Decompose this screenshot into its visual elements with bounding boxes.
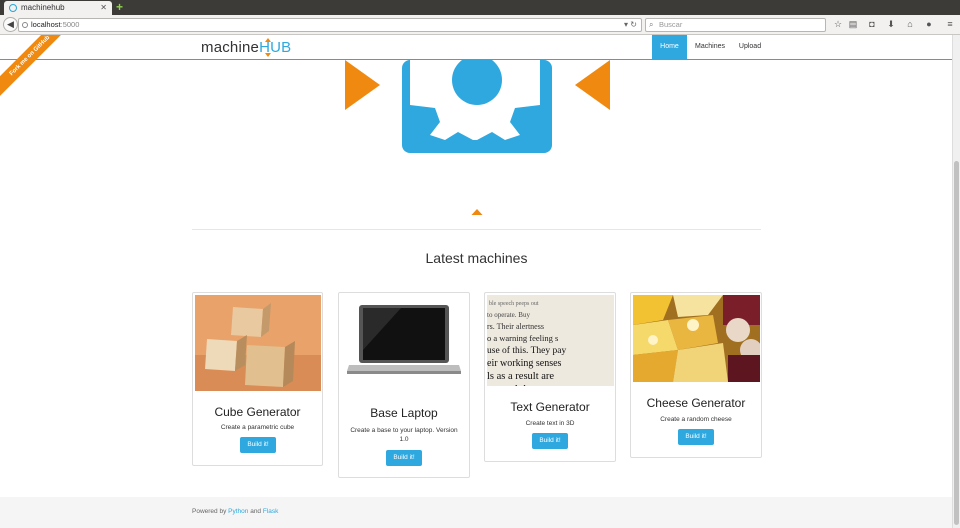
bookmark-star-icon[interactable]: ☆ xyxy=(833,19,843,30)
svg-text:to operate. Buy: to operate. Buy xyxy=(487,311,530,319)
new-tab-icon[interactable]: + xyxy=(116,1,126,13)
machine-card: Cheese Generator Create a random cheese … xyxy=(630,292,762,458)
url-bar[interactable]: localhost:5000 ▾ ↻ xyxy=(18,18,642,32)
arrow-left-icon xyxy=(575,60,610,110)
build-button[interactable]: Build it! xyxy=(240,437,276,453)
build-button[interactable]: Build it! xyxy=(532,433,568,449)
site-navbar: machineHUB Home Machines Upload xyxy=(0,35,952,60)
card-title: Base Laptop xyxy=(370,406,438,420)
card-title: Cheese Generator xyxy=(646,396,746,410)
clipboard-icon[interactable]: ▤ xyxy=(848,19,858,30)
browser-tab[interactable]: machinehub ✕ xyxy=(4,1,112,15)
svg-text:ble speech peeps out: ble speech peeps out xyxy=(489,301,539,307)
globe-icon xyxy=(22,22,28,28)
card-title: Cube Generator xyxy=(214,405,301,419)
page-viewport: Fork me on GitHub machineHUB Home Machin… xyxy=(0,35,952,528)
browser-toolbar: ◀ localhost:5000 ▾ ↻ ⌕ Buscar ☆ ▤ ◘ ⬇ ⌂ … xyxy=(0,15,960,35)
machine-card: Cube Generator Create a parametric cube … xyxy=(192,292,323,466)
brand-logo[interactable]: machineHUB xyxy=(201,38,291,58)
card-description: Create a parametric cube xyxy=(220,424,295,431)
laptop-image xyxy=(341,295,469,391)
gear-favicon-icon xyxy=(9,4,17,12)
printed-text-image: ble speech peeps out to operate. Buy rs.… xyxy=(487,295,614,386)
page-footer: Powered by Python and Flask xyxy=(0,497,952,528)
nav-home[interactable]: Home xyxy=(652,35,687,59)
back-arrow-icon[interactable]: ◀ xyxy=(3,17,18,32)
page-scrollbar[interactable] xyxy=(952,35,960,528)
svg-text:around them: around them xyxy=(487,383,543,386)
footer-prefix: Powered by xyxy=(192,508,227,515)
machine-card: Base Laptop Create a base to your laptop… xyxy=(338,292,470,478)
menu-icon[interactable]: ≡ xyxy=(945,19,955,30)
svg-text:rs. Their alertness: rs. Their alertness xyxy=(487,322,544,331)
card-description: Create a random cheese xyxy=(660,416,732,423)
tab-title: machinehub xyxy=(21,3,65,12)
flask-link[interactable]: Flask xyxy=(263,508,279,515)
nav-upload[interactable]: Upload xyxy=(734,35,766,59)
svg-text:eir working senses: eir working senses xyxy=(487,358,562,369)
close-tab-icon[interactable]: ✕ xyxy=(100,1,107,15)
card-title: Text Generator xyxy=(510,400,590,414)
search-input[interactable]: ⌕ Buscar xyxy=(645,18,826,32)
svg-text:ls as a result are: ls as a result are xyxy=(487,371,554,382)
wooden-cubes-image xyxy=(195,295,321,391)
chat-icon[interactable]: ● xyxy=(924,19,934,30)
brand-prefix: machine xyxy=(201,39,260,56)
pocket-icon[interactable]: ◘ xyxy=(867,19,877,30)
build-button[interactable]: Build it! xyxy=(386,450,422,466)
section-divider xyxy=(192,229,761,230)
nav-machines[interactable]: Machines xyxy=(690,35,730,59)
brand-arrow-down-icon xyxy=(265,53,271,57)
scrollbar-thumb[interactable] xyxy=(954,161,959,525)
card-description: Create text in 3D xyxy=(525,420,575,427)
machine-card: ble speech peeps out to operate. Buy rs.… xyxy=(484,292,616,462)
download-icon[interactable]: ⬇ xyxy=(886,19,896,30)
brand-suffix: HUB xyxy=(259,39,292,56)
brand-arrow-up-icon xyxy=(265,38,271,42)
svg-text:use of this. They pay: use of this. They pay xyxy=(487,345,566,356)
python-link[interactable]: Python xyxy=(228,508,248,515)
search-icon: ⌕ xyxy=(649,20,654,29)
arrow-up-icon xyxy=(471,209,483,215)
svg-text:o a warning feeling s: o a warning feeling s xyxy=(487,333,558,343)
url-port: :5000 xyxy=(60,20,80,29)
home-icon[interactable]: ⌂ xyxy=(905,19,915,30)
footer-text: Powered by Python and Flask xyxy=(192,508,278,515)
hero-logo-graphic xyxy=(345,60,610,215)
card-description: Create a base to your laptop. Version 1.… xyxy=(350,427,458,443)
search-placeholder: Buscar xyxy=(659,20,683,29)
build-button[interactable]: Build it! xyxy=(678,429,714,445)
cheese-image xyxy=(633,295,760,382)
section-title: Latest machines xyxy=(425,250,528,266)
footer-and: and xyxy=(250,508,262,515)
browser-tabbar: machinehub ✕ + xyxy=(0,0,960,15)
reload-icon[interactable]: ▾ ↻ xyxy=(624,19,637,31)
url-host: localhost xyxy=(31,20,61,29)
arrow-right-icon xyxy=(345,60,380,110)
